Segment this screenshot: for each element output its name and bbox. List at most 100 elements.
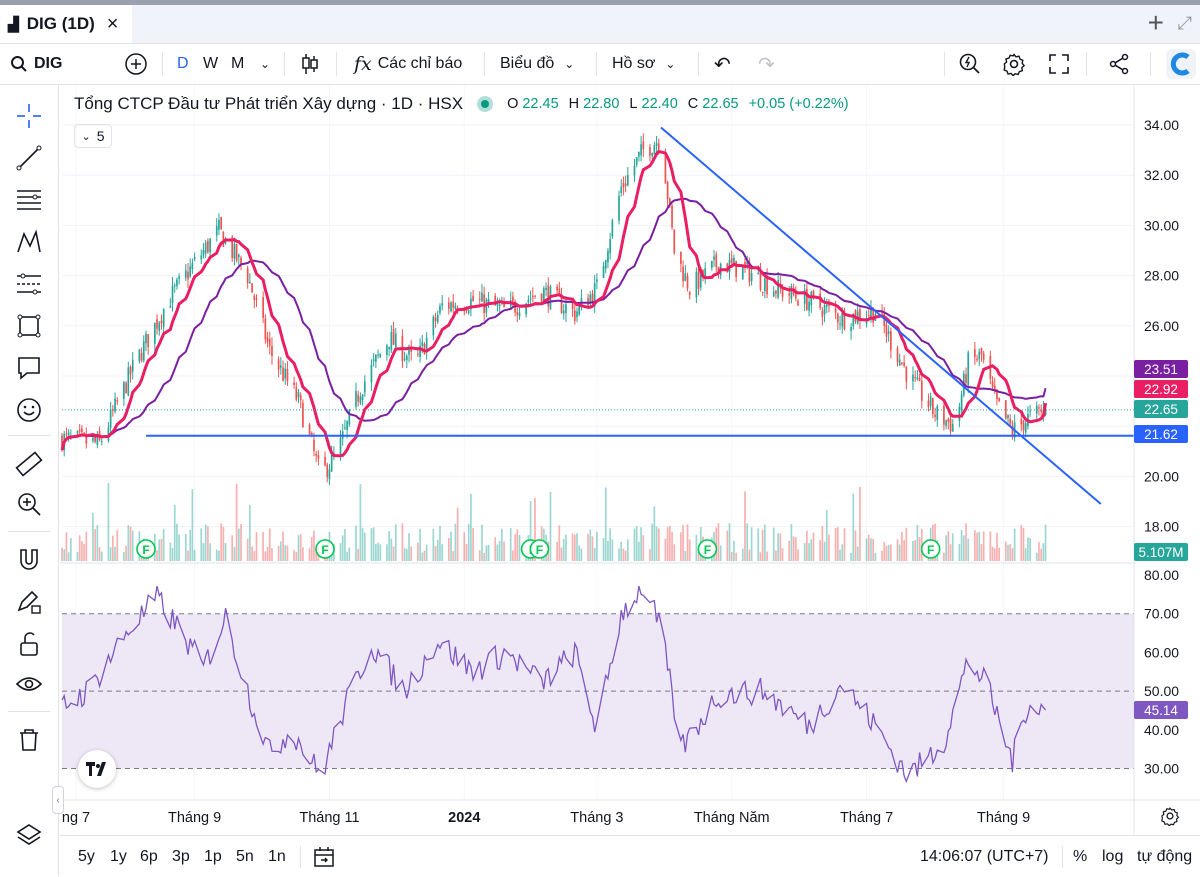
volume-bar	[439, 526, 441, 561]
volume-bar	[565, 534, 567, 561]
volume-bar	[470, 493, 472, 561]
volume-bar	[262, 532, 264, 561]
candle-body	[187, 271, 189, 280]
volume-bar	[839, 549, 841, 561]
candle-body	[114, 398, 116, 412]
rsi-pane	[62, 613, 1134, 769]
candle-body	[680, 251, 682, 264]
range-5y[interactable]: 5y	[78, 836, 95, 877]
candle-body	[653, 145, 656, 155]
volume-bar	[483, 552, 486, 561]
volume-bar	[297, 535, 300, 561]
volume-bar	[1009, 544, 1012, 561]
candle-body	[633, 165, 636, 176]
volume-bar	[176, 523, 178, 561]
percent-toggle[interactable]: %	[1073, 836, 1087, 877]
volume-bar	[797, 549, 799, 561]
candle-body	[271, 345, 273, 357]
range-6p[interactable]: 6p	[140, 836, 158, 877]
volume-bar	[357, 548, 360, 561]
indicator-count: 5	[96, 128, 105, 144]
chart-legend: Tổng CTCP Đầu tư Phát triển Xây dựng · 1…	[74, 94, 849, 114]
volume-bar	[841, 544, 844, 561]
volume-bar	[562, 538, 565, 561]
candle-body	[317, 455, 320, 459]
candle-body	[355, 391, 357, 407]
range-1n[interactable]: 1n	[268, 836, 286, 877]
volume-bar	[657, 528, 660, 561]
volume-bar	[299, 534, 302, 561]
high-value: 22.80	[583, 96, 620, 112]
candle-body	[695, 271, 698, 298]
range-3p[interactable]: 3p	[172, 836, 190, 877]
candle-body	[682, 266, 684, 282]
price-axis[interactable]: 18.00 20.00 26.00 28.00 30.00 32.00 34.00	[1144, 117, 1179, 535]
clock-display[interactable]: 14:06:07 (UTC+7)	[920, 836, 1049, 877]
volume-bar	[757, 528, 760, 561]
candle-body	[218, 220, 220, 230]
log-toggle[interactable]: log	[1102, 836, 1123, 877]
market-status-icon	[477, 96, 494, 112]
volume-bar	[518, 535, 521, 561]
volume-bar	[127, 525, 130, 561]
candle-body	[945, 420, 947, 426]
candle-body	[622, 183, 625, 188]
volume-bar	[991, 546, 994, 561]
auto-toggle[interactable]: tự động	[1137, 836, 1192, 877]
range-1y[interactable]: 1y	[110, 836, 127, 877]
volume-bar	[618, 548, 620, 561]
volume-bar	[293, 550, 295, 561]
volume-bar	[173, 504, 176, 561]
axis-settings-button[interactable]	[1160, 806, 1180, 831]
rsi-tick-label: 80.00	[1144, 567, 1179, 583]
ma-long-price-tag: 23.51	[1134, 360, 1188, 378]
time-axis[interactable]: ng 7 Tháng 9 Tháng 11 2024 Tháng 3 Tháng Năm T…	[62, 810, 1030, 826]
volume-bar	[264, 551, 267, 561]
candle-body	[834, 308, 837, 313]
volume-bar	[96, 525, 99, 561]
volume-bar	[81, 541, 83, 561]
chart-canvas[interactable]: FFIFFF 18.0020.0026.0028.0030.0032.0034.…	[0, 0, 1200, 876]
candle-body	[251, 283, 253, 293]
volume-bar	[251, 546, 253, 561]
rsi-axis[interactable]: 30.00 40.00 50.00 60.00 70.00 80.00	[1144, 567, 1179, 777]
candle-body	[277, 359, 280, 370]
candle-body	[436, 314, 439, 322]
candle-body	[828, 304, 830, 307]
volume-bar	[202, 543, 205, 561]
volume-bar	[344, 529, 346, 561]
candle-body	[483, 294, 486, 314]
volume-bar	[759, 552, 762, 561]
volume-bar	[872, 538, 875, 561]
trend-line	[660, 126, 1102, 505]
volume-bar	[156, 550, 158, 561]
range-1p[interactable]: 1p	[204, 836, 222, 877]
candle-body	[390, 332, 393, 351]
goto-date-button[interactable]	[312, 836, 336, 877]
candle-body	[447, 302, 450, 309]
candle-body	[156, 319, 158, 329]
candle-body	[735, 260, 737, 278]
volume-bar	[1029, 538, 1031, 561]
chevron-down-icon: ⌄	[81, 130, 91, 143]
candle-body	[978, 351, 981, 360]
volume-bar	[472, 528, 474, 561]
volume-bar	[836, 527, 839, 561]
volume-bar	[825, 510, 828, 561]
volume-bar	[123, 552, 125, 561]
range-5n[interactable]: 5n	[236, 836, 254, 877]
volume-bar	[419, 528, 421, 561]
candles-series	[61, 133, 1047, 485]
candle-body	[573, 310, 576, 321]
volume-bar	[951, 533, 954, 561]
candle-body	[609, 239, 612, 254]
range-5n-label: 5n	[236, 847, 254, 865]
volume-bar	[916, 525, 919, 561]
candle-body	[308, 424, 311, 435]
indicators-collapse-button[interactable]: ⌄ 5	[74, 124, 112, 148]
sidebar-collapse-handle[interactable]: ‹	[52, 786, 64, 814]
candle-body	[761, 291, 764, 293]
volume-bar	[750, 527, 753, 561]
candle-body	[666, 182, 669, 200]
candle-body	[651, 153, 654, 157]
